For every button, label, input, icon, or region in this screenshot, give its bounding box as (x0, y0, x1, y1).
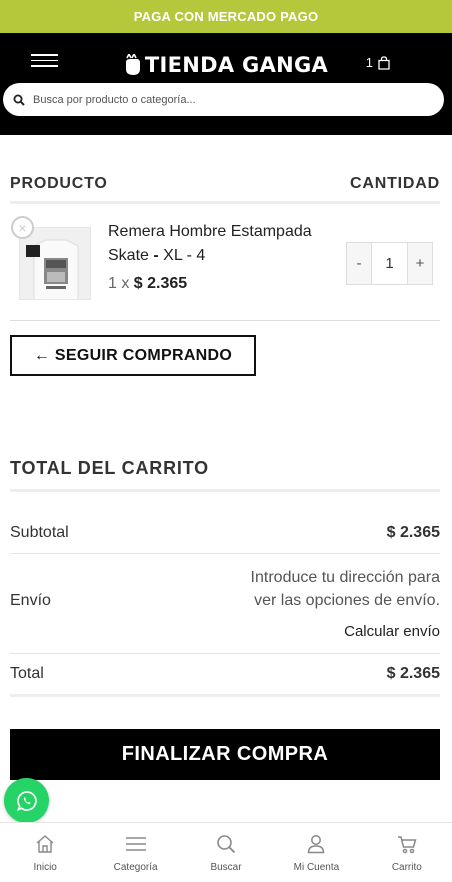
nav-cart-label: Carrito (391, 862, 422, 873)
item-price: $ 2.365 (133, 275, 188, 292)
checkout-button[interactable]: FINALIZAR COMPRA (10, 729, 440, 780)
item-variant-sep: - (148, 247, 164, 264)
nav-search[interactable]: Buscar (181, 823, 271, 882)
menu-icon (125, 837, 146, 851)
home-icon (36, 835, 54, 853)
whatsapp-button[interactable] (4, 778, 49, 823)
shipping-info: Introduce tu dirección para ver las opci… (250, 569, 440, 609)
nav-category-label: Categoría (113, 862, 158, 873)
tshirt-image-icon (20, 228, 90, 299)
cart-table-header: PRODUCTO CANTIDAD (10, 175, 440, 204)
cart-count: 1 (365, 55, 373, 70)
promo-bar: PAGA CON MERCADO PAGO (0, 0, 452, 33)
nav-search-label: Buscar (210, 862, 242, 873)
shipping-info-block: Introduce tu dirección para ver las opci… (225, 566, 440, 643)
logo-hand-icon (125, 54, 140, 75)
qty-value[interactable]: 1 (371, 243, 408, 284)
nav-home-label: Inicio (33, 862, 57, 873)
search-bar (3, 83, 444, 116)
item-variant: XL - 4 (163, 247, 206, 264)
bottom-navigation: Inicio Categoría Buscar Mi Cuenta Carrit… (0, 822, 452, 882)
cart-icon (397, 836, 417, 854)
search-icon (13, 94, 25, 106)
promo-text: PAGA CON MERCADO PAGO (133, 9, 319, 24)
item-info: Remera Hombre Estampada Skate - XL - 4 1… (108, 220, 323, 296)
qty-decrease-button[interactable]: - (347, 243, 371, 284)
qty-increase-button[interactable]: + (408, 243, 432, 284)
cart-item: × Remera Hombre Estampada Skate - XL - 4… (10, 204, 440, 321)
product-thumbnail[interactable] (19, 227, 91, 300)
item-qty-prefix: 1 x (108, 275, 130, 292)
subtotal-row: Subtotal $ 2.365 (10, 492, 440, 554)
header-cart[interactable]: 1 (366, 55, 390, 70)
item-title[interactable]: Remera Hombre Estampada Skate - XL - 4 (108, 220, 323, 268)
quantity-stepper: - 1 + (346, 242, 433, 285)
total-value: $ 2.365 (386, 665, 440, 682)
site-header: TIENDA GANGA 1 (0, 33, 452, 135)
nav-account-label: Mi Cuenta (293, 862, 340, 873)
whatsapp-icon (16, 790, 37, 811)
remove-item-icon[interactable]: × (11, 216, 34, 239)
shipping-row: Envío Introduce tu dirección para ver la… (10, 554, 440, 654)
subtotal-label: Subtotal (10, 523, 69, 541)
item-name: Remera Hombre Estampada Skate (108, 223, 312, 264)
user-icon (308, 835, 325, 854)
nav-cart[interactable]: Carrito (362, 823, 452, 882)
total-row: Total $ 2.365 (10, 654, 440, 697)
shipping-label: Envío (10, 592, 51, 609)
item-price-line: 1 x $ 2.365 (108, 272, 323, 296)
nav-account[interactable]: Mi Cuenta (271, 823, 361, 882)
col-quantity: CANTIDAD (350, 175, 440, 192)
subtotal-value: $ 2.365 (386, 523, 440, 541)
col-product: PRODUCTO (10, 175, 108, 192)
nav-category[interactable]: Categoría (90, 823, 180, 882)
nav-home[interactable]: Inicio (0, 823, 90, 882)
logo-text: TIENDA GANGA (144, 53, 329, 77)
cart-totals-title: TOTAL DEL CARRITO (10, 458, 440, 492)
total-label: Total (10, 665, 44, 682)
continue-shopping-button[interactable]: ← SEGUIR COMPRANDO (10, 335, 256, 376)
cart-section: PRODUCTO CANTIDAD × Remera Hombre Estamp… (0, 175, 452, 780)
search-input[interactable] (33, 93, 413, 106)
shopping-bag-icon (378, 55, 390, 70)
search-icon (217, 835, 236, 854)
calculate-shipping-link[interactable]: Calcular envío (225, 620, 440, 643)
